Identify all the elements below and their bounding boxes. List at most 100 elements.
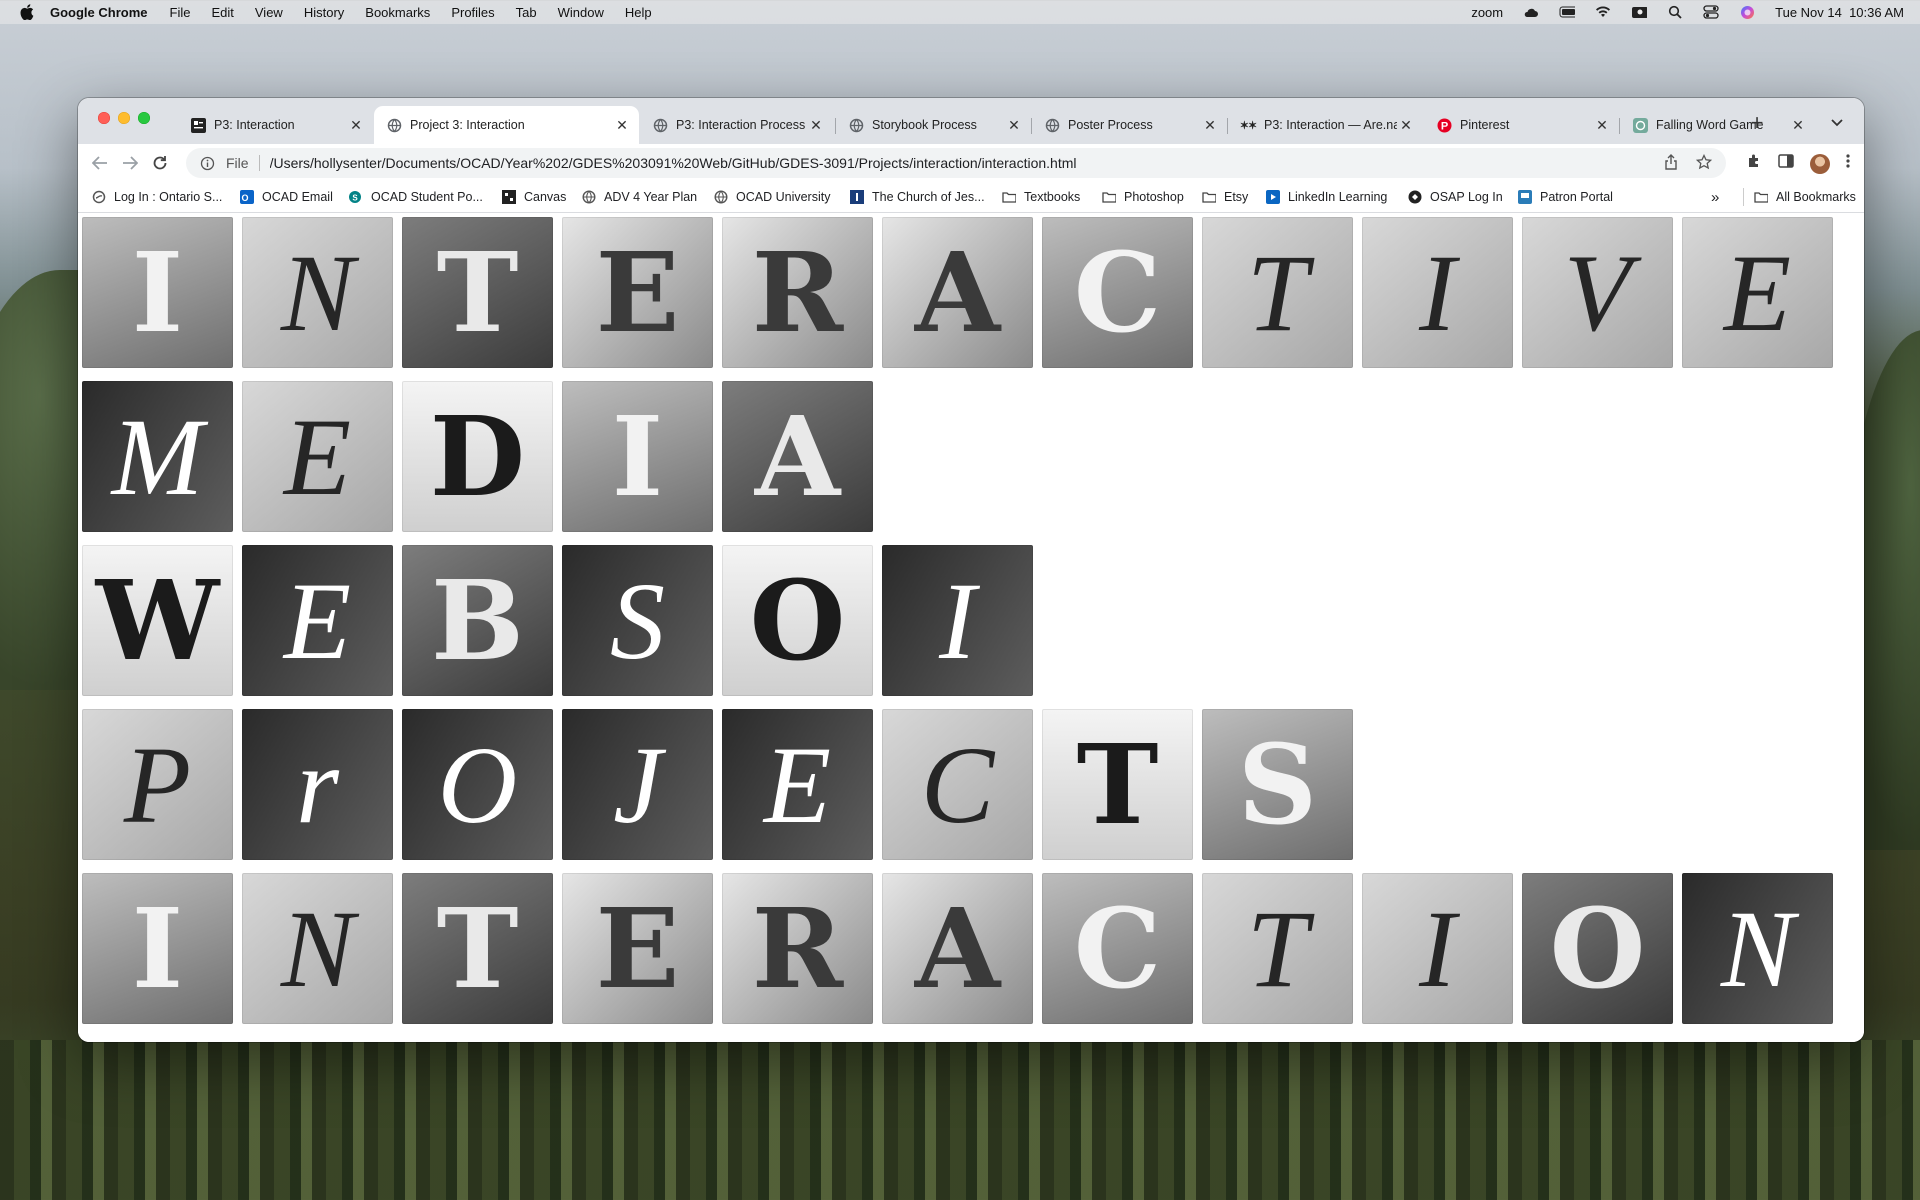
minimize-window-button[interactable]	[118, 112, 130, 124]
menu-window[interactable]: Window	[558, 5, 604, 20]
letter-photo-tile[interactable]: P	[82, 709, 233, 860]
letter-photo-tile[interactable]: S	[562, 545, 713, 696]
address-bar[interactable]: File /Users/hollysenter/Documents/OCAD/Y…	[186, 148, 1726, 178]
menu-help[interactable]: Help	[625, 5, 652, 20]
control-center-icon[interactable]	[1703, 5, 1719, 19]
letter-photo-tile[interactable]: I	[82, 217, 233, 368]
bookmark-star-icon[interactable]	[1695, 153, 1713, 173]
close-tab-icon[interactable]: ✕	[1201, 117, 1219, 134]
letter-photo-tile[interactable]: E	[1682, 217, 1833, 368]
letter-photo-tile[interactable]: O	[402, 709, 553, 860]
letter-photo-tile[interactable]: E	[722, 709, 873, 860]
bookmark-item[interactable]: S OCAD Student Po...	[349, 188, 483, 206]
close-tab-icon[interactable]: ✕	[1789, 117, 1807, 134]
forward-arrow-icon[interactable]	[120, 153, 140, 173]
letter-photo-tile[interactable]: O	[722, 545, 873, 696]
letter-photo-tile[interactable]: S	[1202, 709, 1353, 860]
menu-file[interactable]: File	[170, 5, 191, 20]
close-window-button[interactable]	[98, 112, 110, 124]
bookmark-item[interactable]: LinkedIn Learning	[1266, 188, 1387, 206]
letter-photo-tile[interactable]: R	[722, 217, 873, 368]
bookmark-item[interactable]: OCAD University	[714, 188, 830, 206]
letter-photo-tile[interactable]: V	[1522, 217, 1673, 368]
menu-edit[interactable]: Edit	[211, 5, 233, 20]
close-tab-icon[interactable]: ✕	[807, 117, 825, 134]
letter-photo-tile[interactable]: T	[402, 217, 553, 368]
bookmark-item[interactable]: Etsy	[1202, 188, 1248, 206]
app-menu-title[interactable]: Google Chrome	[50, 5, 148, 20]
bookmark-item[interactable]: ADV 4 Year Plan	[582, 188, 697, 206]
browser-tab[interactable]: Storybook Process ✕	[836, 106, 1031, 144]
bookmark-item[interactable]: Photoshop	[1102, 188, 1184, 206]
menu-tab[interactable]: Tab	[516, 5, 537, 20]
letter-photo-tile[interactable]: T	[1202, 217, 1353, 368]
site-info-icon[interactable]	[200, 156, 216, 171]
letter-photo-tile[interactable]: N	[1682, 873, 1833, 1024]
letter-photo-tile[interactable]: C	[1042, 873, 1193, 1024]
letter-photo-tile[interactable]: B	[402, 545, 553, 696]
bookmark-item[interactable]: O OCAD Email	[240, 188, 333, 206]
apple-icon[interactable]	[18, 3, 36, 21]
close-tab-icon[interactable]: ✕	[1005, 117, 1023, 134]
browser-tab[interactable]: P3: Interaction ✕	[178, 106, 373, 144]
battery-icon[interactable]	[1559, 5, 1576, 19]
new-tab-button[interactable]: +	[1743, 110, 1771, 136]
menu-view[interactable]: View	[255, 5, 283, 20]
letter-photo-tile[interactable]: E	[242, 545, 393, 696]
browser-tab-active[interactable]: Project 3: Interaction ✕	[374, 106, 639, 144]
profile-avatar[interactable]	[1810, 153, 1830, 174]
letter-photo-tile[interactable]: R	[722, 873, 873, 1024]
bookmark-item[interactable]: Canvas	[502, 188, 566, 206]
letter-photo-tile[interactable]: r	[242, 709, 393, 860]
letter-photo-tile[interactable]: D	[402, 381, 553, 532]
zoom-window-button[interactable]	[138, 112, 150, 124]
clock-datetime[interactable]: Tue Nov 14 10:36 AM	[1775, 5, 1904, 20]
letter-photo-tile[interactable]: T	[402, 873, 553, 1024]
all-bookmarks-button[interactable]: All Bookmarks	[1743, 188, 1856, 206]
browser-tab[interactable]: Falling Word Game ✕	[1620, 106, 1815, 144]
letter-photo-tile[interactable]: O	[1522, 873, 1673, 1024]
letter-photo-tile[interactable]: T	[1202, 873, 1353, 1024]
close-tab-icon[interactable]: ✕	[613, 117, 631, 134]
letter-photo-tile[interactable]: C	[1042, 217, 1193, 368]
share-icon[interactable]	[1664, 153, 1678, 173]
letter-photo-tile[interactable]: C	[882, 709, 1033, 860]
letter-photo-tile[interactable]: A	[722, 381, 873, 532]
letter-photo-tile[interactable]: J	[562, 709, 713, 860]
browser-tab[interactable]: P Pinterest ✕	[1424, 106, 1619, 144]
letter-photo-tile[interactable]: N	[242, 217, 393, 368]
letter-photo-tile[interactable]: E	[562, 217, 713, 368]
close-tab-icon[interactable]: ✕	[1593, 117, 1611, 134]
user-switch-icon[interactable]	[1631, 5, 1648, 19]
menu-profiles[interactable]: Profiles	[451, 5, 494, 20]
browser-tab[interactable]: P3: Interaction Process ✕	[640, 106, 833, 144]
browser-tab[interactable]: Poster Process ✕	[1032, 106, 1227, 144]
letter-photo-tile[interactable]: I	[1362, 873, 1513, 1024]
letter-photo-tile[interactable]: I	[882, 545, 1033, 696]
letter-photo-tile[interactable]: I	[1362, 217, 1513, 368]
letter-photo-tile[interactable]: A	[882, 217, 1033, 368]
reload-icon[interactable]	[150, 153, 170, 173]
extensions-puzzle-icon[interactable]	[1746, 153, 1762, 174]
bookmark-item[interactable]: Textbooks	[1002, 188, 1080, 206]
letter-photo-tile[interactable]: E	[242, 381, 393, 532]
letter-photo-tile[interactable]: I	[562, 381, 713, 532]
zoom-status-label[interactable]: zoom	[1471, 5, 1503, 20]
spotlight-search-icon[interactable]	[1667, 5, 1683, 19]
siri-icon[interactable]	[1739, 5, 1755, 19]
tab-search-chevron-icon[interactable]	[1826, 112, 1848, 134]
wifi-icon[interactable]	[1595, 5, 1611, 19]
bookmark-item[interactable]: Log In : Ontario S...	[92, 188, 222, 206]
letter-photo-tile[interactable]: N	[242, 873, 393, 1024]
url-text[interactable]: /Users/hollysenter/Documents/OCAD/Year%2…	[270, 155, 1664, 171]
close-tab-icon[interactable]: ✕	[1397, 117, 1415, 134]
browser-tab[interactable]: ✶✶ P3: Interaction — Are.na ✕	[1228, 106, 1423, 144]
menu-history[interactable]: History	[304, 5, 344, 20]
close-tab-icon[interactable]: ✕	[347, 117, 365, 134]
letter-photo-tile[interactable]: M	[82, 381, 233, 532]
bookmark-item[interactable]: The Church of Jes...	[850, 188, 985, 206]
letter-photo-tile[interactable]: T	[1042, 709, 1193, 860]
bookmark-item[interactable]: Patron Portal	[1518, 188, 1613, 206]
cloud-icon[interactable]	[1523, 5, 1539, 19]
letter-photo-tile[interactable]: W	[82, 545, 233, 696]
